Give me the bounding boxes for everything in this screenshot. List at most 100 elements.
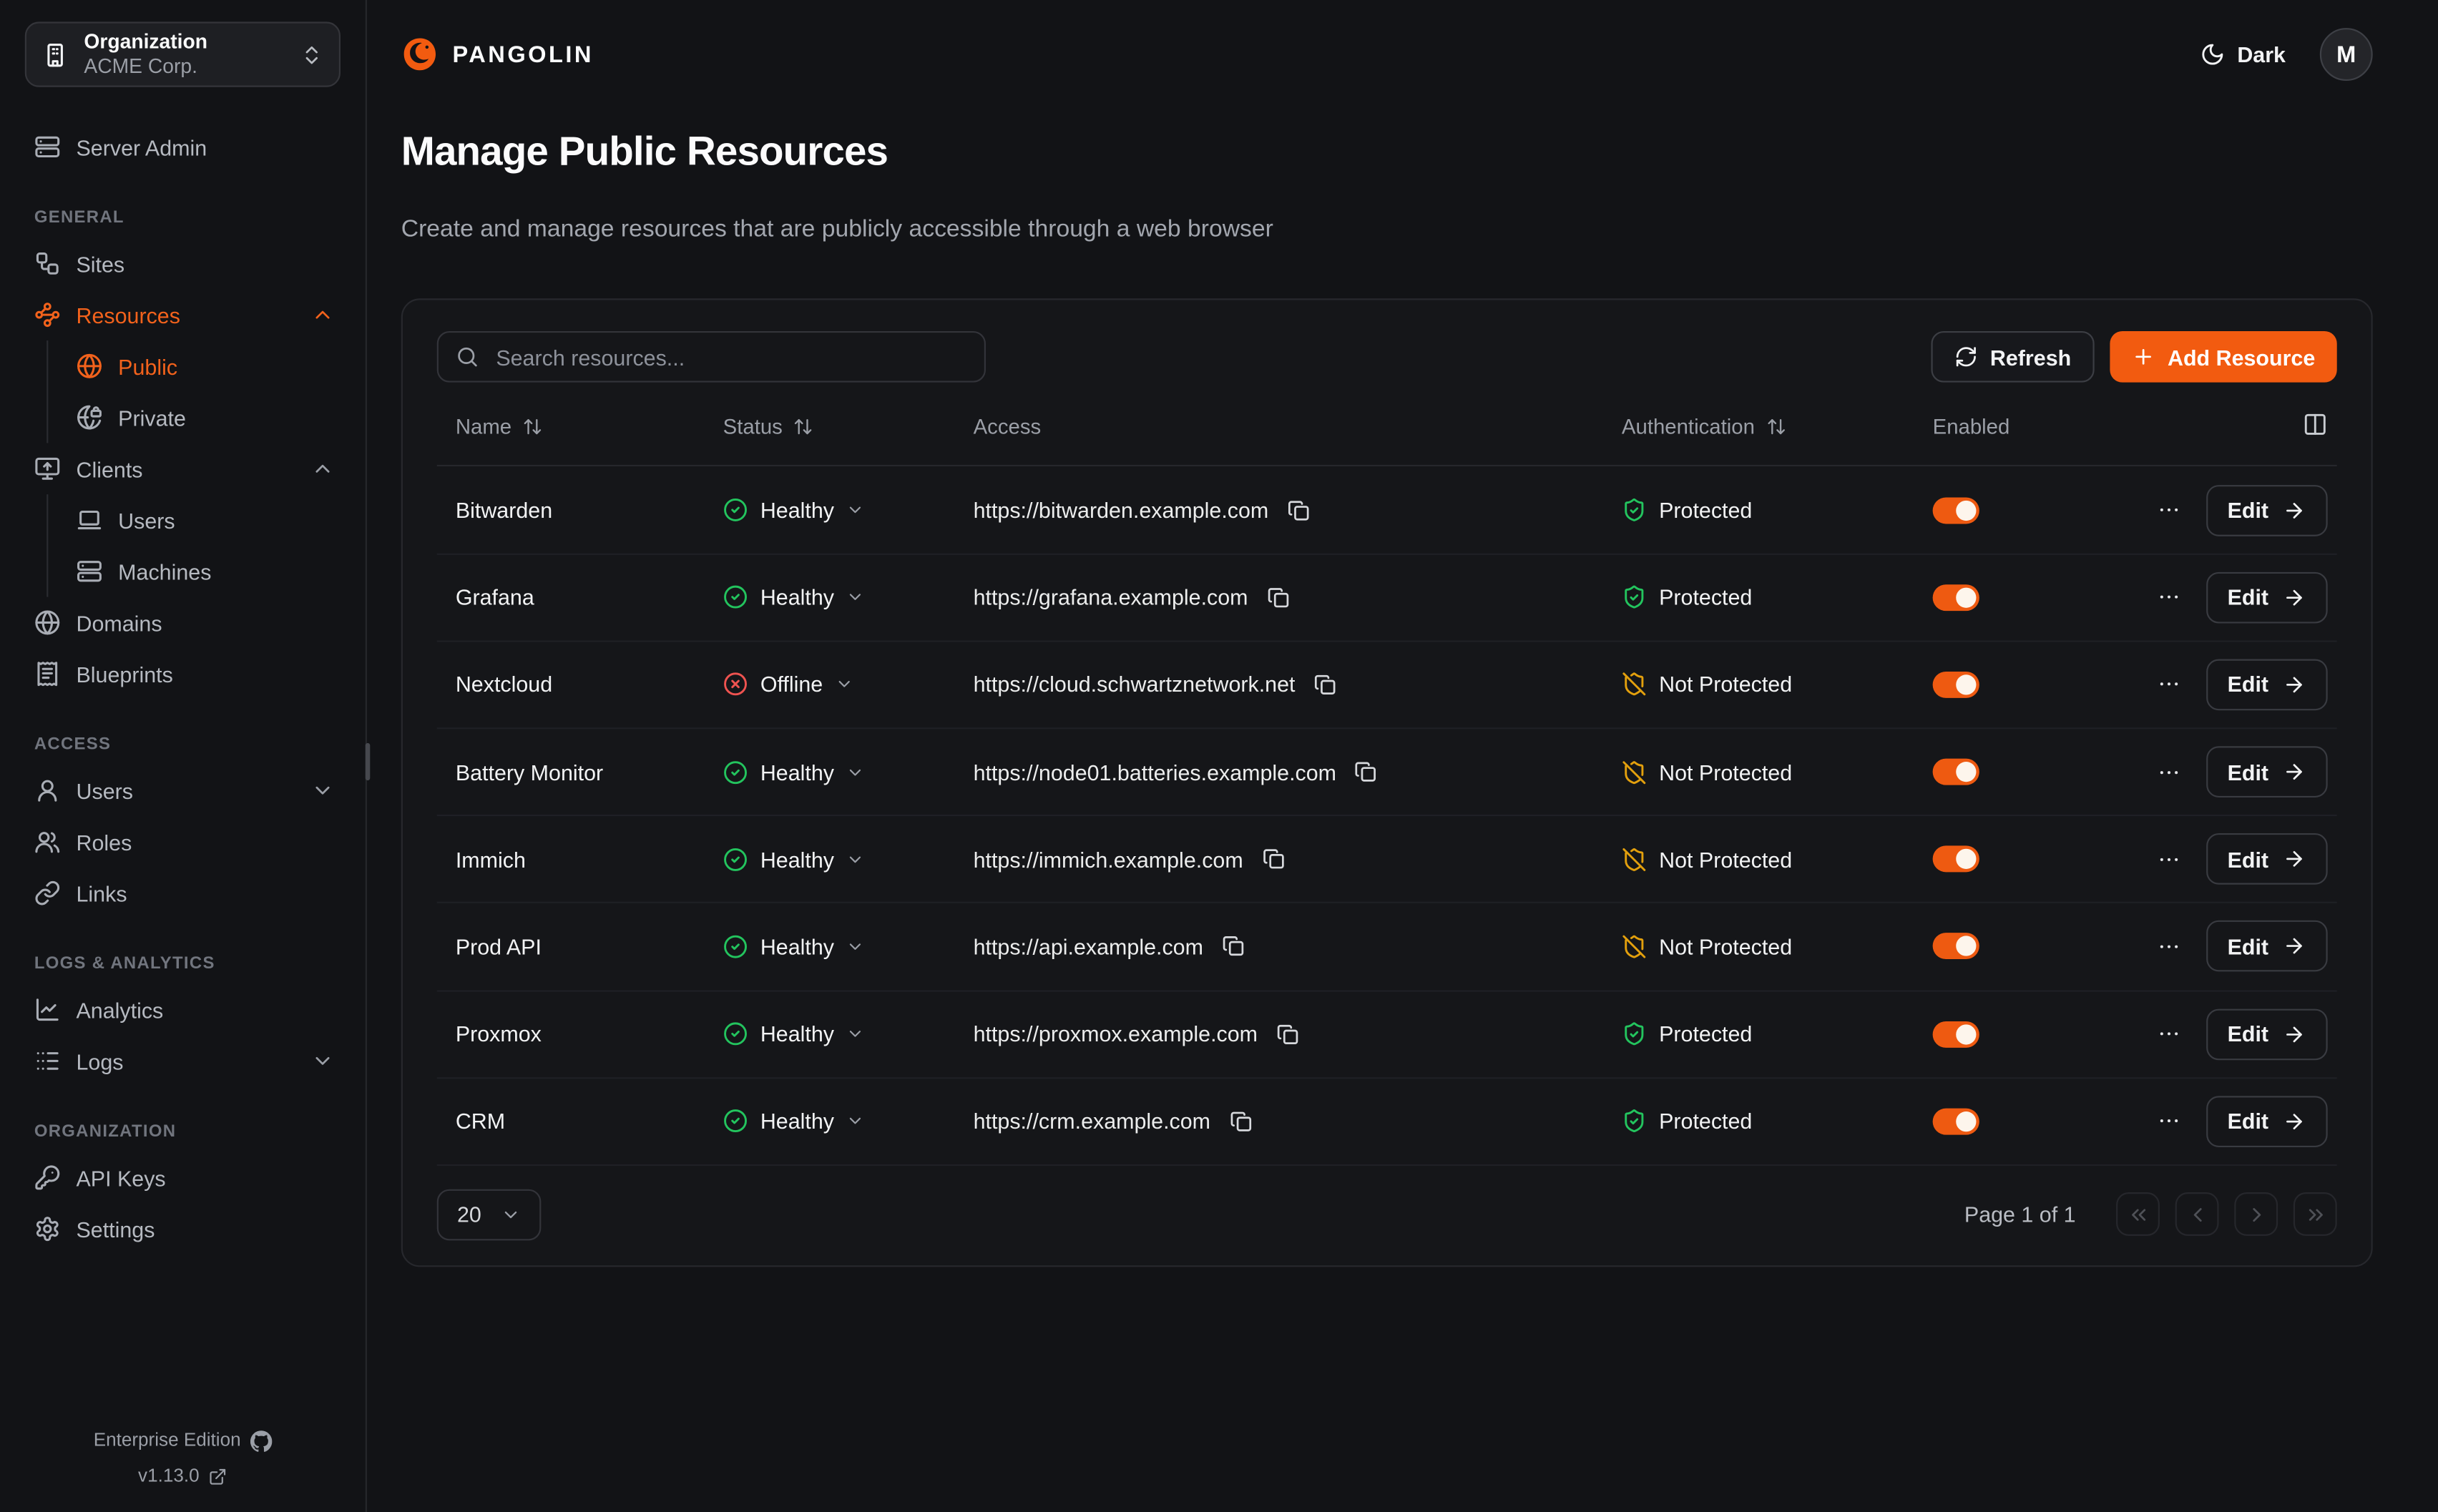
status-chip[interactable]: Healthy: [723, 585, 866, 610]
sidebar-item-private[interactable]: Private: [67, 392, 341, 443]
copy-url-button[interactable]: [1314, 673, 1338, 697]
column-header-name[interactable]: Name: [437, 416, 705, 439]
edit-button[interactable]: Edit: [2206, 746, 2328, 797]
sidebar-item-label: Links: [77, 880, 127, 905]
row-menu-button[interactable]: [2153, 669, 2183, 699]
sidebar-item-sites[interactable]: Sites: [25, 238, 341, 290]
sidebar-sublist: PublicPrivate: [46, 340, 341, 443]
edit-button[interactable]: Edit: [2206, 659, 2328, 710]
sidebar-item-server-admin[interactable]: Server Admin: [25, 122, 341, 173]
edition-link[interactable]: Enterprise Edition: [25, 1423, 341, 1459]
status-chip[interactable]: Offline: [723, 672, 854, 697]
sidebar-item-label: Blueprints: [77, 662, 173, 687]
chevron-left-icon: [2185, 1203, 2209, 1227]
version-link[interactable]: v1.13.0: [25, 1458, 341, 1494]
copy-url-button[interactable]: [1276, 1022, 1300, 1046]
status-label: Healthy: [760, 498, 834, 523]
page-size-select[interactable]: 20: [437, 1189, 541, 1241]
enabled-toggle[interactable]: [1933, 1108, 1979, 1134]
sidebar-item-public[interactable]: Public: [67, 340, 341, 392]
table-header: NameStatusAccessAuthenticationEnabled: [437, 389, 2337, 467]
copy-url-button[interactable]: [1229, 1109, 1253, 1133]
status-chip[interactable]: Healthy: [723, 1109, 866, 1134]
sidebar-item-api-keys[interactable]: API Keys: [25, 1152, 341, 1204]
edit-button[interactable]: Edit: [2206, 1096, 2328, 1147]
enabled-toggle[interactable]: [1933, 584, 1979, 611]
gear-icon: [34, 1216, 61, 1242]
add-resource-button[interactable]: Add Resource: [2110, 332, 2337, 383]
enabled-toggle[interactable]: [1933, 496, 1979, 523]
column-visibility-button[interactable]: [2303, 413, 2328, 442]
copy-url-button[interactable]: [1355, 760, 1379, 784]
arrow-right-icon: [2283, 935, 2306, 958]
resource-url: https://proxmox.example.com: [974, 1021, 1258, 1046]
row-menu-button[interactable]: [2153, 1106, 2183, 1137]
copy-url-button[interactable]: [1262, 848, 1286, 871]
sidebar-item-blueprints[interactable]: Blueprints: [25, 648, 341, 699]
table-row: GrafanaHealthyhttps://grafana.example.co…: [437, 554, 2337, 642]
sidebar-item-roles[interactable]: Roles: [25, 816, 341, 868]
row-menu-button[interactable]: [2153, 844, 2183, 875]
sidebar-item-machines[interactable]: Machines: [67, 546, 341, 597]
status-chip[interactable]: Healthy: [723, 934, 866, 959]
status-chip[interactable]: Healthy: [723, 1021, 866, 1046]
sidebar-item-logs[interactable]: Logs: [25, 1036, 341, 1087]
edit-button[interactable]: Edit: [2206, 834, 2328, 885]
row-menu-button[interactable]: [2153, 494, 2183, 525]
sidebar-item-domains[interactable]: Domains: [25, 597, 341, 649]
copy-url-button[interactable]: [1287, 499, 1311, 522]
edit-button[interactable]: Edit: [2206, 484, 2328, 536]
first-page-button[interactable]: [2116, 1193, 2160, 1237]
arrow-right-icon: [2283, 673, 2306, 697]
sidebar-scrollbar-thumb[interactable]: [366, 743, 371, 780]
row-menu-button[interactable]: [2153, 757, 2183, 787]
arrow-right-icon: [2283, 848, 2306, 871]
theme-toggle[interactable]: Dark: [2200, 42, 2286, 67]
sidebar-item-clients[interactable]: Clients: [25, 443, 341, 494]
copy-url-button[interactable]: [1222, 935, 1245, 958]
sidebar-item-links[interactable]: Links: [25, 868, 341, 919]
sidebar-item-settings[interactable]: Settings: [25, 1203, 341, 1255]
sidebar-item-label: Analytics: [77, 997, 164, 1022]
last-page-button[interactable]: [2293, 1193, 2337, 1237]
sidebar-item-analytics[interactable]: Analytics: [25, 984, 341, 1036]
sidebar-item-users[interactable]: Users: [25, 765, 341, 816]
enabled-toggle[interactable]: [1933, 672, 1979, 698]
toggle-knob: [1956, 1111, 1976, 1131]
circle-check-icon: [723, 760, 748, 785]
org-selector[interactable]: Organization ACME Corp.: [25, 21, 341, 87]
sidebar-item-resources[interactable]: Resources: [25, 289, 341, 340]
edit-button[interactable]: Edit: [2206, 1008, 2328, 1060]
shield-off-icon: [1622, 847, 1647, 872]
status-chip[interactable]: Healthy: [723, 498, 866, 523]
status-chip[interactable]: Healthy: [723, 760, 866, 785]
avatar[interactable]: M: [2320, 28, 2373, 81]
status-chip[interactable]: Healthy: [723, 847, 866, 872]
auth-label: Protected: [1659, 585, 1752, 610]
column-header-status[interactable]: Status: [705, 416, 955, 439]
chevron-up-icon: [311, 303, 335, 327]
brand[interactable]: PANGOLIN: [401, 36, 594, 73]
sidebar: Organization ACME Corp. Server Admin GEN…: [0, 0, 367, 1512]
edit-label: Edit: [2228, 1109, 2268, 1134]
search-input[interactable]: [493, 343, 967, 371]
enabled-toggle[interactable]: [1933, 933, 1979, 960]
chevron-down-icon: [846, 588, 865, 607]
enabled-toggle[interactable]: [1933, 759, 1979, 785]
enabled-toggle[interactable]: [1933, 846, 1979, 873]
refresh-button[interactable]: Refresh: [1931, 332, 2095, 383]
sidebar-item-users[interactable]: Users: [67, 494, 341, 546]
column-header-authentication[interactable]: Authentication: [1603, 416, 1914, 439]
row-menu-button[interactable]: [2153, 1018, 2183, 1049]
copy-url-button[interactable]: [1267, 586, 1291, 609]
row-menu-button[interactable]: [2153, 931, 2183, 962]
edit-button[interactable]: Edit: [2206, 571, 2328, 623]
edit-button[interactable]: Edit: [2206, 921, 2328, 973]
ellipsis-icon: [2156, 498, 2181, 523]
next-page-button[interactable]: [2234, 1193, 2278, 1237]
table-row: Battery MonitorHealthyhttps://node01.bat…: [437, 729, 2337, 816]
chevrons-up-down-icon: [300, 43, 323, 67]
prev-page-button[interactable]: [2175, 1193, 2219, 1237]
row-menu-button[interactable]: [2153, 581, 2183, 612]
enabled-toggle[interactable]: [1933, 1021, 1979, 1047]
